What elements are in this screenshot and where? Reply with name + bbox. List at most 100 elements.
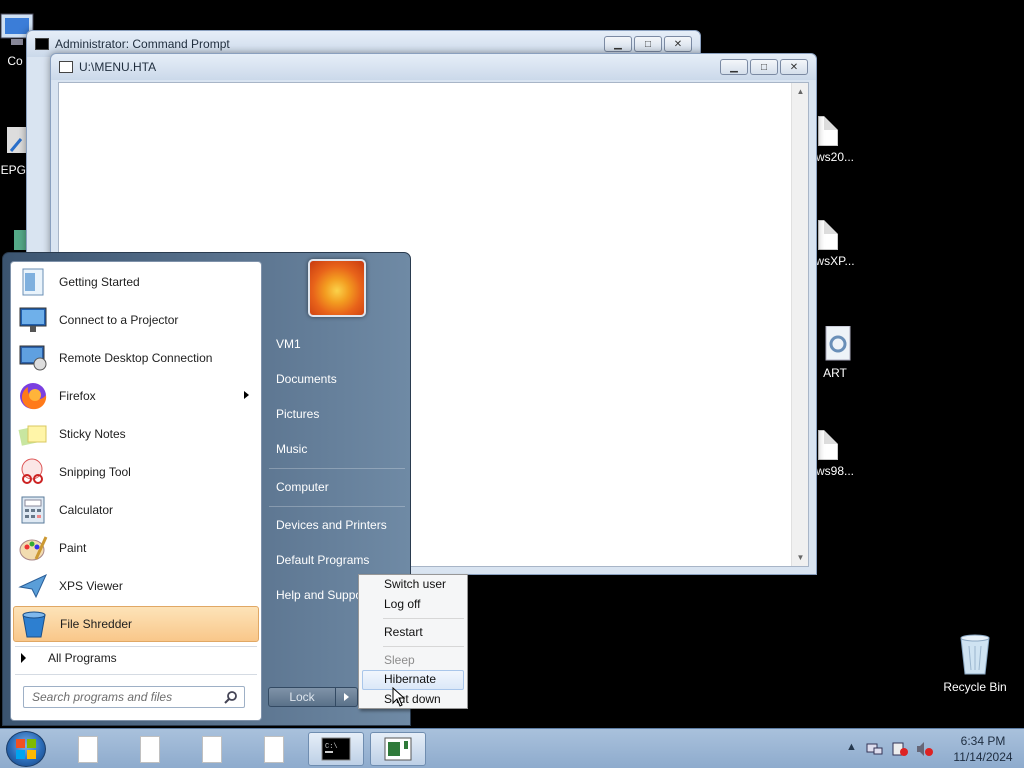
program-calculator[interactable]: Calculator [13,492,259,528]
mouse-cursor-icon [392,687,406,707]
desktop-icon-label: ws98... [815,464,854,478]
xps-viewer-icon [18,573,48,599]
right-link-music[interactable]: Music [276,442,307,456]
divider [383,646,464,647]
start-button[interactable] [6,731,46,767]
clock[interactable]: 6:34 PM 11/14/2024 [948,733,1018,765]
command-prompt-icon: C:\ [321,737,351,761]
taskbar-button-command-prompt[interactable]: C:\ [308,732,364,766]
title-bar[interactable]: U:\MENU.HTA [51,54,816,80]
desktop-icon-label: ART [823,366,847,380]
program-label: Sticky Notes [59,427,126,441]
gear-icon [825,326,851,361]
minimize-button[interactable]: ▁ [604,36,632,52]
right-link-devices-printers[interactable]: Devices and Printers [276,518,387,532]
taskbar-button-document[interactable] [184,732,240,766]
program-label: Calculator [59,503,114,517]
desktop-icon-label: ws20... [815,150,854,164]
projector-icon [19,307,47,332]
cmd-icon [35,38,49,50]
submenu-arrow-icon[interactable] [244,391,249,399]
program-xps-viewer[interactable]: XPS Viewer [13,568,259,604]
taskbar-button-document[interactable] [60,732,116,766]
close-button[interactable]: ✕ [664,36,692,52]
program-label: Connect to a Projector [59,313,179,327]
program-label: Getting Started [59,275,140,289]
document-icon [202,735,222,763]
desktop-icon-recycle-bin[interactable]: Recycle Bin [940,632,1010,694]
program-label: Snipping Tool [59,465,131,479]
right-link-help-support[interactable]: Help and Suppo [276,588,362,602]
menu-item-hibernate[interactable]: Hibernate [362,670,464,690]
minimize-button[interactable]: ▁ [720,59,748,75]
program-getting-started[interactable]: Getting Started [13,264,259,300]
action-center-icon[interactable] [891,741,909,757]
right-link-default-programs[interactable]: Default Programs [276,553,369,567]
program-connect-projector[interactable]: Connect to a Projector [13,302,259,338]
user-picture[interactable] [308,259,366,317]
hta-window-icon [384,737,412,761]
taskbar-button-document[interactable] [246,732,302,766]
scroll-up-icon[interactable]: ▲ [792,83,809,100]
program-label: File Shredder [60,617,133,631]
document-icon [140,735,160,763]
start-menu: Getting Started Connect to a Projector R… [2,252,411,726]
power-options-button[interactable] [336,687,358,707]
right-link-computer[interactable]: Computer [276,480,329,494]
divider [383,618,464,619]
right-link-documents[interactable]: Documents [276,372,337,386]
snipping-tool-icon [21,458,43,484]
close-button[interactable]: ✕ [780,59,808,75]
program-remote-desktop[interactable]: Remote Desktop Connection [13,340,259,376]
power-menu: Switch user Log off Restart Sleep Hibern… [358,574,468,709]
program-label: Firefox [59,389,96,403]
menu-item-switch-user[interactable]: Switch user [362,575,464,595]
clock-time: 6:34 PM [960,734,1006,748]
program-firefox[interactable]: Firefox [13,378,259,414]
all-programs-button[interactable]: All Programs [21,651,117,665]
taskbar-button-document[interactable] [122,732,178,766]
divider [15,646,257,647]
desktop-icon-label: wsXP... [815,254,855,268]
show-hidden-icons-icon[interactable]: ▲ [846,741,857,753]
maximize-button[interactable]: □ [750,59,778,75]
program-label: Paint [59,541,87,555]
menu-item-sleep: Sleep [384,653,415,667]
program-sticky-notes[interactable]: Sticky Notes [13,416,259,452]
program-snipping-tool[interactable]: Snipping Tool [13,454,259,490]
search-placeholder: Search programs and files [32,690,173,704]
windows-logo-icon [16,739,36,759]
desktop-icon-label: Recycle Bin [943,680,1007,694]
program-file-shredder[interactable]: File Shredder [13,606,259,642]
document-icon [264,735,284,763]
network-icon[interactable] [866,741,884,757]
lock-button[interactable]: Lock [268,687,336,707]
right-link-user[interactable]: VM1 [276,337,301,351]
maximize-button[interactable]: □ [634,36,662,52]
volume-muted-icon[interactable] [915,741,933,757]
file-shredder-icon [22,611,46,638]
window-icon [59,61,73,73]
document-icon [818,116,838,146]
document-icon [78,735,98,763]
search-icon[interactable] [224,690,238,704]
divider [269,506,405,507]
triangle-right-icon [21,653,26,663]
taskbar-button-hta[interactable] [370,732,426,766]
programs-pane: Getting Started Connect to a Projector R… [10,261,262,721]
search-input[interactable]: Search programs and files [23,686,245,708]
taskbar: C:\ ▲ 6:34 PM 11/14/2024 [0,728,1024,768]
window-title: Administrator: Command Prompt [55,37,230,51]
program-paint[interactable]: Paint [13,530,259,566]
clock-date: 11/14/2024 [953,750,1013,764]
menu-item-shut-down[interactable]: Shut down [362,690,464,710]
right-link-pictures[interactable]: Pictures [276,407,319,421]
paint-icon [19,536,48,561]
menu-item-log-off[interactable]: Log off [362,595,464,615]
vertical-scrollbar[interactable]: ▲ ▼ [791,83,808,566]
divider [15,674,257,675]
lock-label: Lock [289,690,315,704]
scroll-down-icon[interactable]: ▼ [792,549,809,566]
menu-item-restart[interactable]: Restart [362,623,464,643]
svg-text:C:\: C:\ [325,743,338,751]
